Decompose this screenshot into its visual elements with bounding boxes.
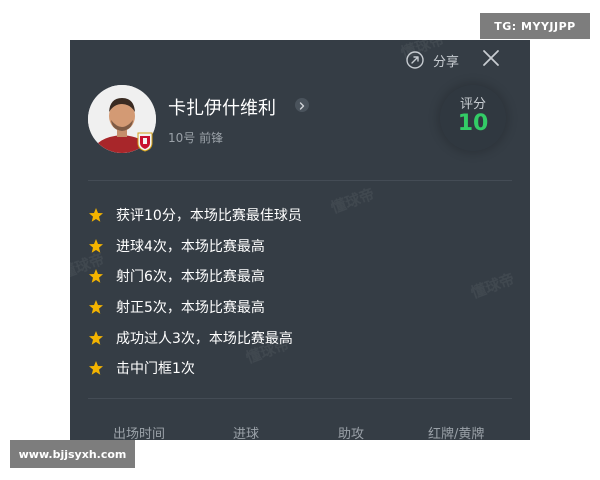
site-badge: www.bjjsyxh.com [10, 440, 135, 468]
divider [88, 180, 512, 181]
stat-header-assists: 助攻 [338, 427, 365, 440]
star-icon [89, 208, 103, 223]
stat-header-minutes: 出场时间 [113, 427, 166, 440]
close-icon[interactable] [482, 49, 500, 67]
rating-value: 10 [457, 111, 489, 136]
stat-header-cards: 红牌/黄牌 [428, 427, 485, 440]
player-number-position: 10号 前锋 [168, 131, 224, 145]
highlight-item: 射正5次，本场比赛最高 [88, 292, 512, 323]
club-crest-icon [137, 132, 153, 152]
highlights-list: 获评10分，本场比赛最佳球员 进球4次，本场比赛最高 射门6次，本场比赛最高 射… [88, 200, 512, 384]
star-icon [89, 238, 103, 253]
highlight-item: 进球4次，本场比赛最高 [88, 231, 512, 262]
player-rating-card: 懂球帝 懂球帝 懂球帝 懂球帝 懂球帝 分享 卡扎伊什维利 10号 前锋 评分 … [70, 40, 530, 440]
chevron-right-icon[interactable] [295, 98, 309, 112]
player-name[interactable]: 卡扎伊什维利 [168, 94, 276, 120]
star-icon [89, 330, 103, 345]
star-icon [89, 300, 103, 314]
highlight-text: 射正5次，本场比赛最高 [116, 300, 265, 317]
star-icon [89, 269, 103, 284]
share-icon[interactable] [405, 50, 425, 70]
highlight-text: 射门6次，本场比赛最高 [116, 269, 265, 286]
highlight-item: 获评10分，本场比赛最佳球员 [88, 200, 512, 231]
rating-badge: 评分 10 [440, 85, 506, 151]
divider [88, 398, 512, 399]
highlight-text: 击中门框1次 [116, 361, 195, 378]
highlight-item: 射门6次，本场比赛最高 [88, 261, 512, 292]
highlight-item: 成功过人3次，本场比赛最高 [88, 322, 512, 353]
highlight-text: 进球4次，本场比赛最高 [116, 238, 265, 255]
star-icon [89, 361, 103, 376]
stat-headers: 出场时间 进球 助攻 红牌/黄牌 [70, 423, 530, 440]
highlight-item: 击中门框1次 [88, 353, 512, 384]
share-button-label[interactable]: 分享 [433, 51, 459, 70]
highlight-text: 获评10分，本场比赛最佳球员 [116, 208, 302, 225]
tg-badge: TG: MYYJJPP [480, 13, 590, 39]
stat-header-goals: 进球 [233, 427, 260, 440]
highlight-text: 成功过人3次，本场比赛最高 [116, 330, 293, 347]
rating-label: 评分 [459, 97, 486, 112]
